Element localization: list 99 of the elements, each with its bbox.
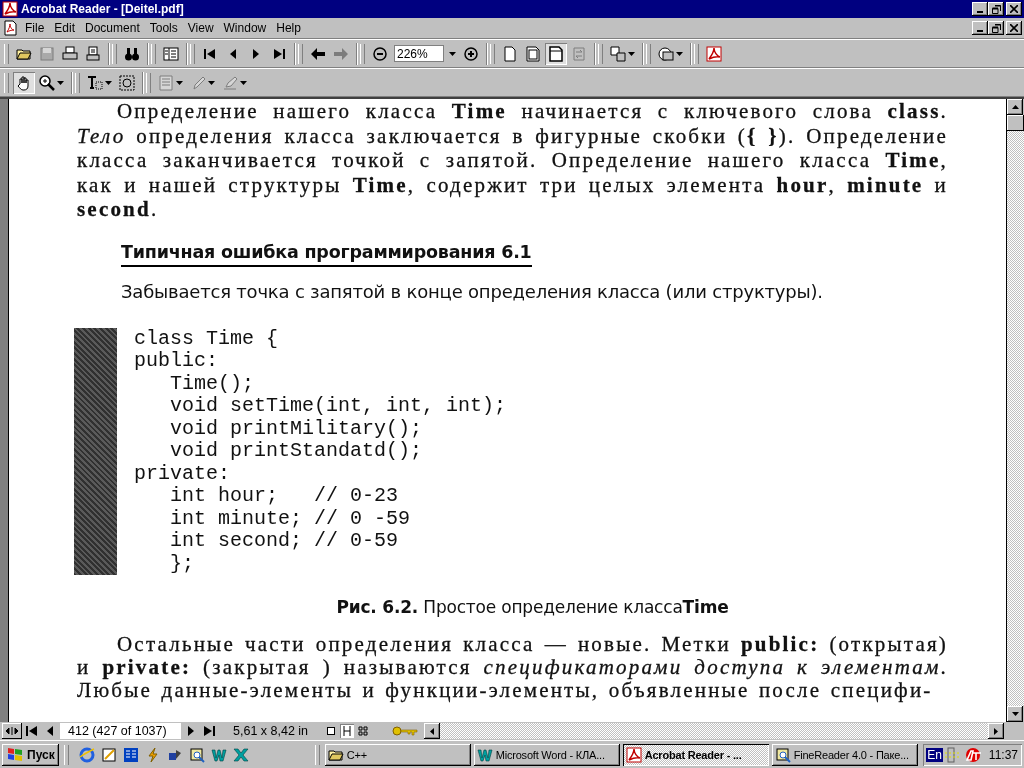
page-size: 5,61 x 8,42 in — [233, 724, 309, 738]
layers-icon — [658, 45, 674, 62]
code-line: Time(); — [169, 372, 255, 396]
single-page-icon — [326, 726, 337, 736]
document-search-icon — [188, 746, 205, 763]
zoom-in-icon — [463, 45, 479, 62]
code-line: void setTime(int, int, int); — [169, 395, 507, 418]
excel-icon — [232, 746, 249, 763]
split-icon — [6, 727, 18, 735]
graphics-select-icon — [119, 74, 135, 91]
vertical-scrollbar[interactable] — [1007, 99, 1024, 722]
close-button[interactable] — [1006, 2, 1022, 16]
menu-item[interactable]: Tools — [144, 21, 183, 35]
scroll-left-icon — [430, 727, 435, 735]
code-line: private: — [134, 462, 230, 486]
page-icon — [502, 45, 518, 62]
globe-icon — [78, 746, 95, 763]
last-page-button[interactable] — [201, 723, 217, 739]
split-button[interactable] — [2, 723, 22, 739]
key-icon — [392, 726, 419, 736]
start-button[interactable]: Пуск — [2, 743, 59, 766]
minimize-button[interactable] — [972, 2, 988, 16]
menu-item[interactable]: Document — [80, 21, 145, 35]
close-icon — [1010, 5, 1018, 13]
panel-icon — [163, 45, 179, 62]
code-line: class Time { — [134, 327, 279, 351]
paragraph: Остальные части определения класса — новые. Метки public: (открытая) и private: (закрытая ) называются спецификаторами доступа к элементам. Любые данные-элементы и функции-элементы, объявленные после специфи- — [77, 633, 948, 703]
page-width-icon — [548, 45, 564, 62]
menu-item[interactable]: File — [20, 21, 50, 35]
code-line: int minute; // 0 -59 — [169, 507, 411, 531]
magnifier-icon — [39, 74, 55, 91]
word-icon — [476, 746, 493, 763]
scroll-down-icon — [1011, 712, 1019, 716]
facing-pages-icon — [358, 726, 369, 736]
close-icon — [1010, 24, 1018, 32]
scroll-up-icon — [1011, 105, 1019, 109]
tip-heading: Типичная ошибка программирования 6.1 — [121, 241, 532, 267]
reflow-icon — [571, 45, 587, 62]
page-field[interactable]: 412 (427 of 1037) — [60, 723, 181, 739]
code-line: public: — [134, 350, 218, 373]
note-icon — [158, 74, 174, 91]
window-title: Acrobat Reader - [Deitel.pdf] — [21, 2, 184, 16]
forward-arrow-icon — [333, 45, 349, 62]
horizontal-scrollbar[interactable] — [424, 723, 1004, 739]
printer-page-icon — [85, 45, 101, 62]
menu-item[interactable]: Edit — [49, 21, 81, 35]
taskbar-button[interactable]: FineReader 4.0 - Паке... — [771, 743, 918, 766]
continuous-pages-icon — [342, 726, 353, 736]
code-line: }; — [169, 552, 194, 576]
last-page-icon — [201, 723, 217, 739]
minimize-button[interactable] — [972, 21, 988, 35]
notepad-icon — [100, 746, 117, 763]
hand-icon — [16, 74, 32, 91]
text-select-icon — [87, 74, 103, 91]
code-line: void printStandatd(); — [169, 440, 423, 463]
taskbar-button[interactable]: Acrobat Reader - ... — [622, 743, 769, 766]
document-icon — [2, 20, 18, 36]
toolbar-button[interactable] — [545, 42, 567, 65]
printer-icon — [62, 45, 78, 62]
highlighter-icon — [222, 74, 238, 91]
clock: 11:37 — [988, 747, 1018, 762]
first-page-button[interactable] — [24, 723, 40, 739]
menu-item[interactable]: Window — [218, 21, 272, 35]
word-icon — [210, 746, 227, 763]
pages-icon — [610, 45, 626, 62]
acrobat-logo-icon — [625, 746, 642, 763]
acrobat-logo-icon — [2, 1, 18, 17]
first-page-icon — [24, 723, 40, 739]
taskbar-button[interactable]: C++ — [324, 743, 471, 766]
scroll-right-icon — [994, 727, 998, 735]
close-button[interactable] — [1006, 21, 1022, 35]
page-frame-icon — [525, 45, 541, 62]
zoom-field[interactable]: 226% — [394, 45, 444, 62]
caret-icon — [448, 51, 456, 56]
document-search-icon — [774, 746, 791, 763]
restore-icon — [991, 4, 1001, 14]
restore-button[interactable] — [988, 2, 1004, 16]
menu-item[interactable]: View — [182, 21, 219, 35]
restore-icon — [991, 23, 1001, 33]
pencil-icon — [190, 74, 206, 91]
menu-item[interactable]: Help — [271, 21, 306, 35]
windows-logo-icon — [6, 747, 24, 762]
figure-caption: Рис. 6.2. Простое определение классаTime — [336, 597, 729, 618]
zoom-out-icon — [372, 45, 388, 62]
book-icon — [122, 746, 139, 763]
acrobat-logo-icon — [706, 45, 722, 62]
view-button[interactable] — [356, 724, 371, 738]
restore-button[interactable] — [988, 21, 1004, 35]
code-line: int second; // 0-59 — [169, 530, 399, 553]
binoculars-icon — [124, 45, 140, 62]
taskbar-button[interactable]: Microsoft Word - КЛА... — [473, 743, 620, 766]
scroll-thumb[interactable] — [1007, 115, 1024, 131]
language-indicator[interactable]: En — [926, 747, 943, 762]
network-icon — [944, 746, 961, 763]
toolbar-button[interactable] — [13, 71, 35, 94]
code-line: int hour; // 0-23 — [169, 485, 399, 508]
code-line: void printMilitary(); — [169, 417, 423, 441]
paragraph: Определение нашего класса Time начинается с ключевого слова class. Тело определения класса заключается в фигурные скобки ({ }). Определение класса заканчивается точкой с запятой. Определение нашего класса Time, как и нашей структуры Time, содержит три целых элемента hour, minute и second. — [77, 99, 948, 222]
tip-text: Забывается точка с запятой в конце определения класса (или структуры). — [121, 280, 824, 302]
